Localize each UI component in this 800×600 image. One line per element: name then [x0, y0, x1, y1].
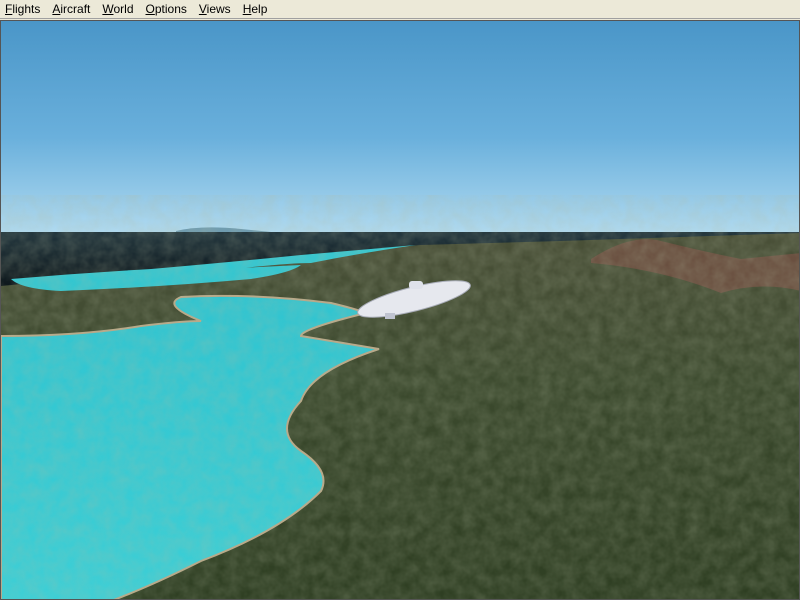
menu-world[interactable]: World	[99, 2, 136, 16]
menu-help[interactable]: Help	[240, 2, 271, 16]
3d-view[interactable]	[0, 20, 800, 600]
menu-options[interactable]: Options	[143, 2, 190, 16]
menu-bar: Flights Aircraft World Options Views Hel…	[0, 0, 800, 19]
terrain-texture	[1, 232, 799, 599]
menu-aircraft[interactable]: Aircraft	[49, 2, 93, 16]
scenery	[1, 21, 799, 599]
menu-flights[interactable]: Flights	[2, 2, 43, 16]
menu-views[interactable]: Views	[196, 2, 234, 16]
sky	[1, 21, 799, 233]
